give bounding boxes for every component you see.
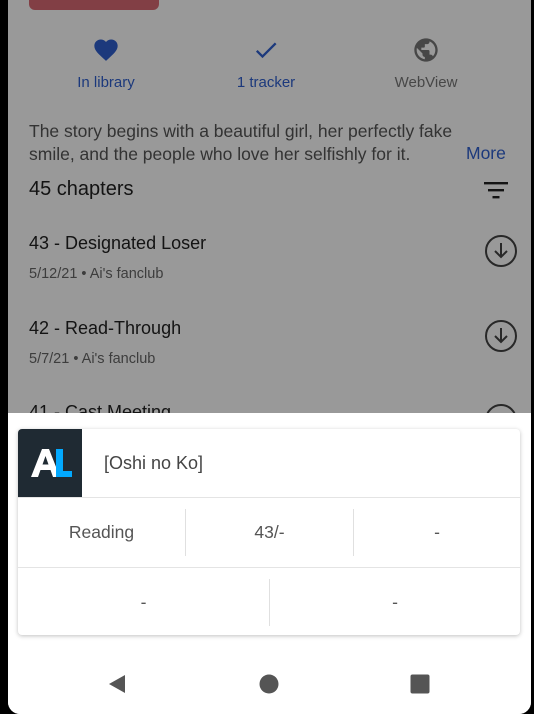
tracker-row-2: - - (18, 568, 520, 635)
chapters-field[interactable]: 43/- (186, 498, 353, 567)
anilist-logo (18, 429, 82, 497)
system-navigation-bar (8, 663, 531, 705)
tracker-card: [Oshi no Ko] Reading 43/- - - - (18, 429, 520, 635)
tracker-header[interactable]: [Oshi no Ko] (18, 429, 520, 498)
tracker-row-1: Reading 43/- - (18, 498, 520, 568)
home-icon[interactable] (258, 673, 280, 695)
tracking-bottom-sheet: [Oshi no Ko] Reading 43/- - - - (8, 413, 531, 714)
back-icon[interactable] (106, 673, 128, 695)
tracked-manga-title: [Oshi no Ko] (104, 453, 204, 473)
phone-screen: In library 1 tracker WebView The story b… (8, 0, 531, 714)
recents-icon[interactable] (409, 673, 431, 695)
start-date-field[interactable]: - (18, 568, 269, 635)
status-field[interactable]: Reading (18, 498, 185, 567)
modal-scrim[interactable] (8, 0, 531, 413)
score-field[interactable]: - (354, 498, 520, 567)
finish-date-field[interactable]: - (270, 568, 520, 635)
